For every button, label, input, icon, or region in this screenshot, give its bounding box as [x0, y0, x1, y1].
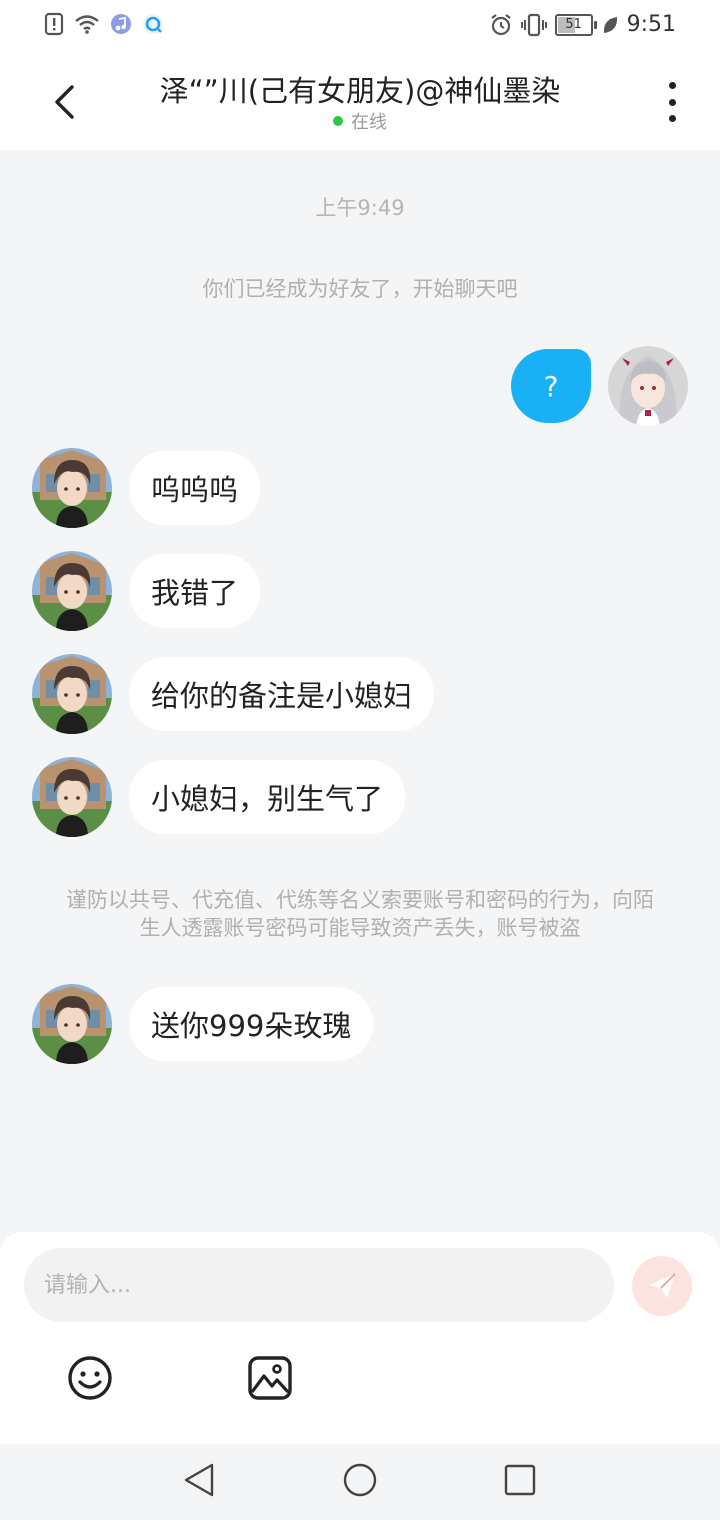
chat-header: 泽“”川(己有女朋友)@神仙墨染 在线 — [0, 54, 720, 150]
music-app-icon — [111, 14, 131, 34]
nav-home-button[interactable] — [340, 1460, 380, 1500]
image-button[interactable] — [246, 1354, 294, 1402]
nav-recent-apps-button[interactable] — [500, 1460, 540, 1500]
message-list[interactable]: 上午9:49 你们已经成为好友了，开始聊天吧 ? 呜呜呜 我错了 给你的备注是小… — [0, 150, 720, 1230]
paper-plane-icon — [649, 1273, 676, 1298]
system-nav-bar — [0, 1444, 720, 1520]
vibrate-icon — [520, 13, 547, 36]
more-dot-icon — [668, 115, 676, 122]
received-message-row: 送你999朵玫瑰 — [32, 984, 374, 1064]
received-message-bubble[interactable]: 我错了 — [129, 554, 261, 628]
browser-app-icon — [143, 14, 163, 34]
received-message-row: 小媳妇，别生气了 — [32, 757, 406, 837]
online-status-label: 在线 — [351, 112, 387, 133]
status-time: 9:51 — [626, 12, 676, 37]
received-message-bubble[interactable]: 呜呜呜 — [129, 451, 261, 525]
online-dot-icon — [333, 116, 343, 126]
received-message-row: 给你的备注是小媳妇 — [32, 654, 435, 734]
battery-level: 51 — [565, 17, 582, 32]
nav-back-button[interactable] — [180, 1460, 220, 1500]
my-avatar[interactable] — [608, 346, 688, 426]
sent-message-bubble[interactable]: ? — [511, 349, 591, 423]
received-message-row: 呜呜呜 — [32, 448, 261, 528]
alarm-icon — [490, 13, 511, 35]
contact-avatar[interactable] — [32, 757, 112, 837]
composer-panel — [0, 1232, 720, 1444]
wifi-icon — [75, 15, 99, 34]
leaf-icon — [603, 16, 617, 33]
status-left-icons — [44, 12, 164, 36]
more-options-button[interactable] — [660, 82, 684, 122]
more-dot-icon — [668, 82, 676, 89]
received-message-bubble[interactable]: 送你999朵玫瑰 — [129, 987, 374, 1061]
battery-icon: 51 — [554, 13, 597, 36]
received-message-bubble[interactable]: 给你的备注是小媳妇 — [129, 657, 435, 731]
sent-message-row: ? — [511, 346, 688, 426]
received-message-row: 我错了 — [32, 551, 261, 631]
send-button[interactable] — [632, 1256, 692, 1316]
security-warning: 谨防以共号、代充值、代练等名义索要账号和密码的行为，向陌生人透露账号密码可能导致… — [66, 888, 654, 940]
notification-icon — [44, 12, 64, 36]
contact-name: 泽“”川(己有女朋友)@神仙墨染 — [159, 74, 561, 108]
more-dot-icon — [668, 98, 676, 106]
online-status: 在线 — [0, 108, 720, 134]
contact-avatar[interactable] — [32, 448, 112, 528]
contact-avatar[interactable] — [32, 654, 112, 734]
emoji-button[interactable] — [66, 1354, 114, 1402]
status-right-icons: 51 9:51 — [489, 12, 676, 37]
message-input[interactable] — [24, 1248, 614, 1322]
contact-avatar[interactable] — [32, 984, 112, 1064]
system-message: 你们已经成为好友了，开始聊天吧 — [202, 277, 518, 301]
received-message-bubble[interactable]: 小媳妇，别生气了 — [129, 760, 406, 834]
contact-avatar[interactable] — [32, 551, 112, 631]
message-timestamp: 上午9:49 — [315, 196, 405, 220]
status-bar: 51 9:51 — [0, 0, 720, 54]
